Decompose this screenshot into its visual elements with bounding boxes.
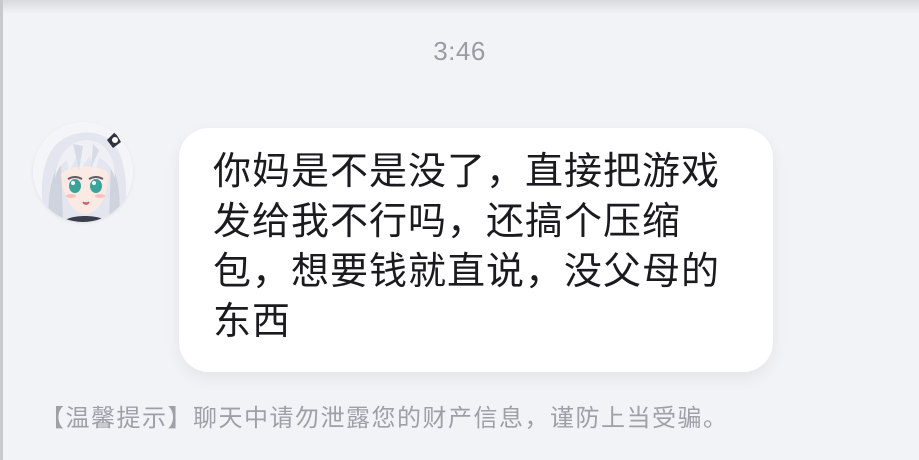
message-timestamp: 3:46 bbox=[433, 36, 486, 66]
system-safety-tip: 【温馨提示】聊天中请勿泄露您的财产信息，谨防上当受骗。 bbox=[40, 404, 729, 432]
top-shadow-divider bbox=[0, 0, 919, 14]
message-text: 你妈是不是没了，直接把游戏发给我不行吗，还搞个压缩包，想要钱就直说，没父母的东西 bbox=[213, 149, 721, 343]
anime-girl-avatar-icon bbox=[33, 122, 133, 222]
message-bubble[interactable]: 你妈是不是没了，直接把游戏发给我不行吗，还搞个压缩包，想要钱就直说，没父母的东西 bbox=[179, 128, 773, 372]
sender-avatar[interactable] bbox=[33, 122, 133, 222]
left-edge-divider bbox=[0, 0, 3, 460]
